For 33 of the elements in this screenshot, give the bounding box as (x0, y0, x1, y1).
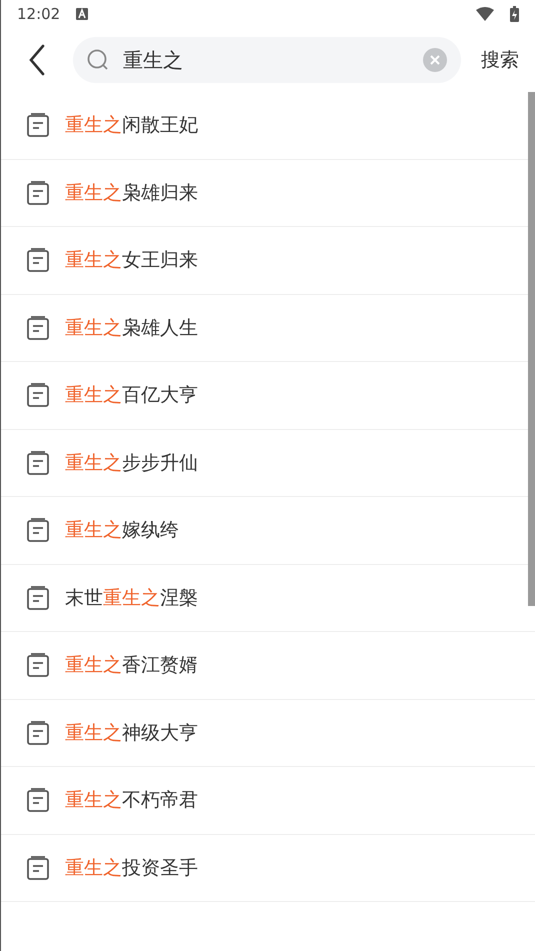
book-icon (27, 518, 49, 542)
book-icon (27, 450, 49, 475)
notification-icon (76, 8, 88, 20)
book-icon (27, 113, 49, 138)
result-title[interactable]: 重生之不朽帝君 (65, 786, 198, 814)
result-title[interactable]: 重生之神级大亨 (65, 718, 198, 747)
result-title[interactable]: 重生之枭雄人生 (65, 314, 198, 342)
search-field[interactable]: 重生之 (73, 37, 461, 83)
search-button[interactable]: 搜索 (477, 46, 523, 74)
search-icon (87, 49, 109, 71)
result-title[interactable]: 重生之嫁纨绔 (65, 516, 179, 544)
result-title[interactable]: 末世重生之涅槃 (65, 584, 198, 612)
book-icon (27, 316, 49, 340)
book-icon (27, 788, 49, 812)
result-title[interactable]: 重生之女王归来 (65, 246, 198, 274)
book-icon (27, 248, 49, 272)
result-title[interactable]: 重生之枭雄归来 (65, 178, 198, 207)
result-title[interactable]: 重生之闲散王妃 (65, 111, 198, 140)
result-title[interactable]: 重生之香江赘婿 (65, 651, 198, 680)
result-title[interactable]: 重生之投资圣手 (65, 854, 198, 882)
book-icon (27, 180, 49, 205)
book-icon (27, 653, 49, 678)
result-title[interactable]: 重生之百亿大亨 (65, 381, 198, 410)
battery-icon (510, 6, 519, 22)
wifi-icon (476, 7, 494, 21)
result-title[interactable]: 重生之步步升仙 (65, 448, 198, 477)
book-icon (27, 720, 49, 745)
book-icon (27, 586, 49, 610)
book-icon (27, 383, 49, 408)
status-time: 12:02 (17, 4, 60, 25)
search-input[interactable]: 重生之 (121, 44, 411, 76)
back-icon[interactable] (27, 44, 47, 76)
book-icon (27, 856, 49, 880)
